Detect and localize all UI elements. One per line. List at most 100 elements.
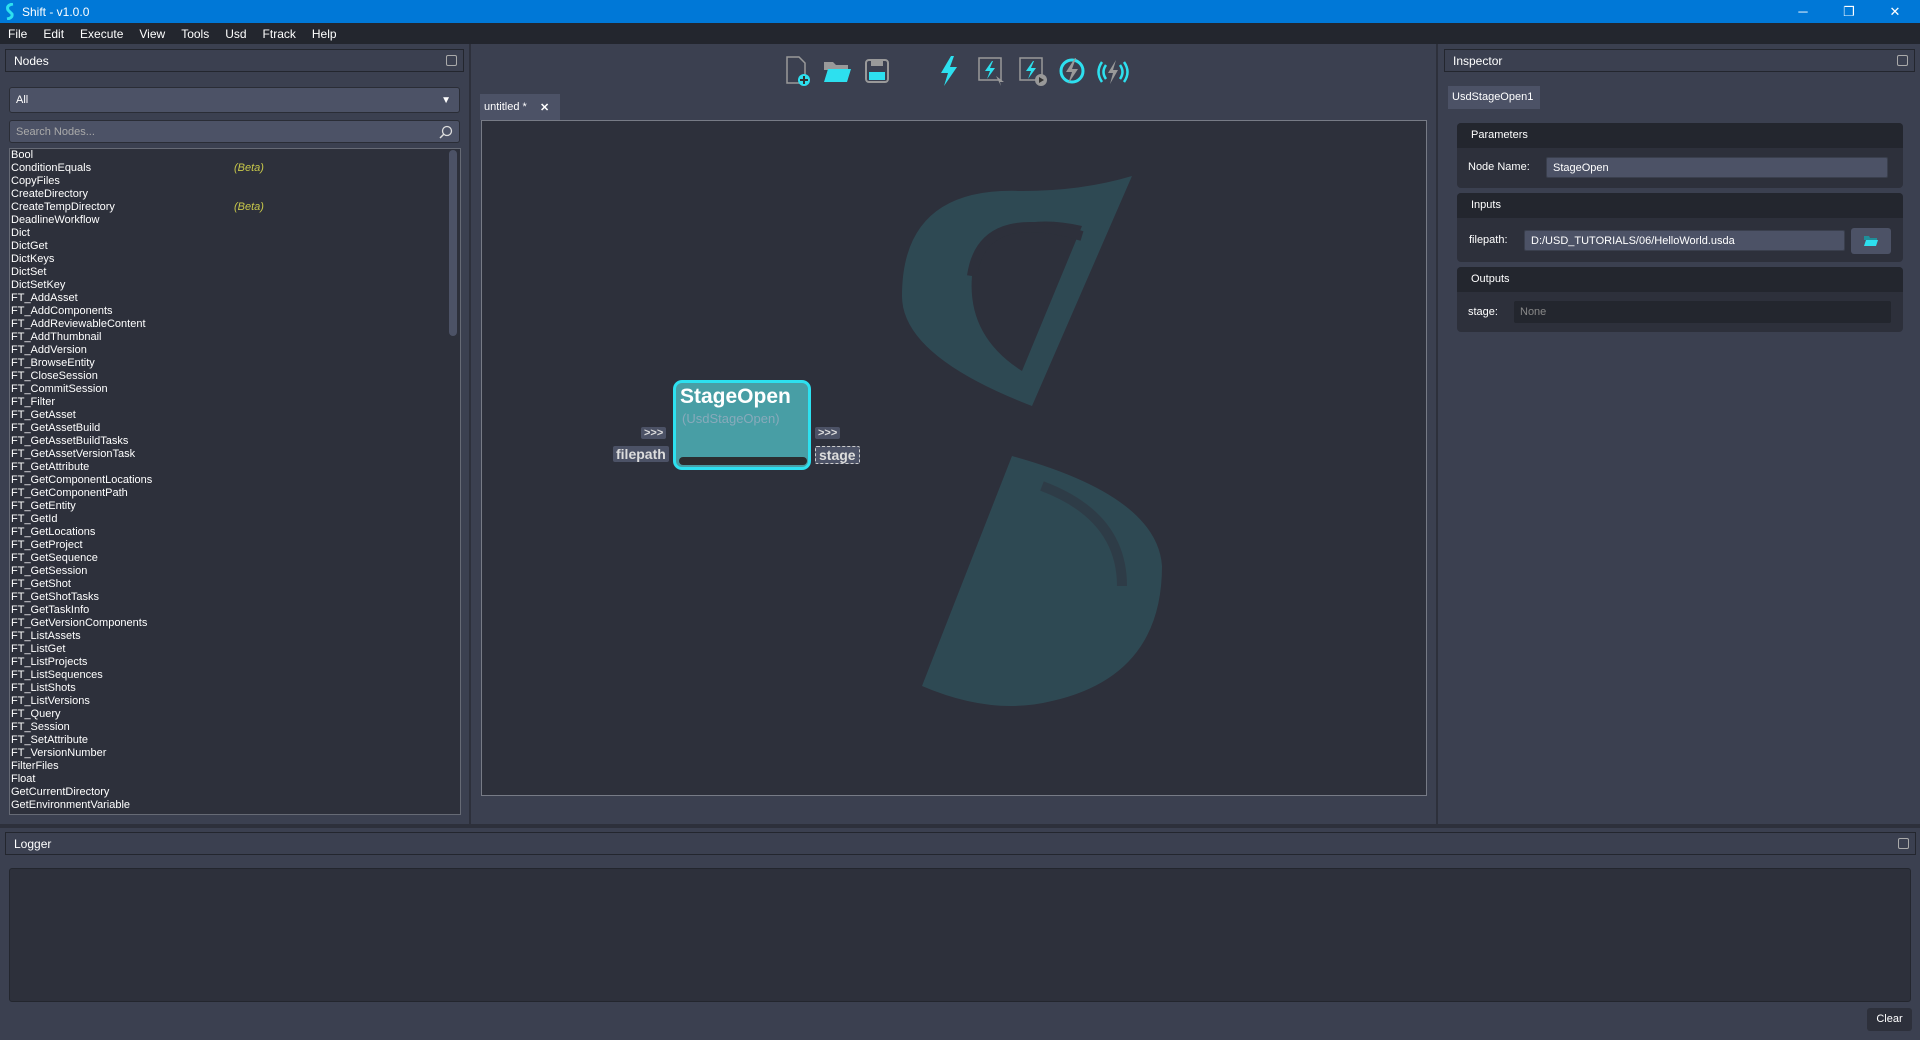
node-list-item[interactable]: FT_Session	[10, 721, 460, 734]
node-list-item[interactable]: FT_ListAssets	[10, 630, 460, 643]
node-list-item[interactable]: FT_GetId	[10, 513, 460, 526]
node-list-item[interactable]: FT_VersionNumber	[10, 747, 460, 760]
node-list-item[interactable]: FT_GetEntity	[10, 500, 460, 513]
node-list-item[interactable]: ConditionEquals(Beta)	[10, 162, 460, 175]
node-list-item[interactable]: FT_CloseSession	[10, 370, 460, 383]
node-list-item[interactable]: FT_GetAssetVersionTask	[10, 448, 460, 461]
menu-edit[interactable]: Edit	[43, 27, 64, 41]
node-list-item[interactable]: FT_CommitSession	[10, 383, 460, 396]
restore-button[interactable]: ❐	[1826, 0, 1872, 23]
menu-bar: File Edit Execute View Tools Usd Ftrack …	[0, 23, 1920, 44]
float-panel-button[interactable]	[1897, 55, 1908, 66]
clear-log-button[interactable]: Clear	[1867, 1008, 1912, 1031]
node-stageopen[interactable]: StageOpen (UsdStageOpen)	[673, 380, 811, 470]
menu-view[interactable]: View	[139, 27, 165, 41]
node-list-item[interactable]: FT_GetAssetBuildTasks	[10, 435, 460, 448]
execute-loop-icon[interactable]	[1057, 56, 1087, 86]
node-list-item[interactable]: FT_GetShotTasks	[10, 591, 460, 604]
node-list-item[interactable]: FT_AddThumbnail	[10, 331, 460, 344]
node-list-item[interactable]: DictGet	[10, 240, 460, 253]
node-list-item[interactable]: FT_AddReviewableContent	[10, 318, 460, 331]
node-list-item-name: FT_ListVersions	[11, 695, 90, 707]
float-panel-button[interactable]	[1898, 838, 1909, 849]
execute-remote-icon[interactable]	[1095, 58, 1131, 86]
input-port-filepath[interactable]: filepath	[613, 446, 669, 462]
node-filter-dropdown[interactable]: All ▼	[9, 87, 460, 113]
node-list-item[interactable]: FT_GetLocations	[10, 526, 460, 539]
node-list-item[interactable]: FT_SetAttribute	[10, 734, 460, 747]
app-logo-icon	[5, 3, 15, 20]
execute-selected-icon[interactable]	[977, 56, 1007, 88]
node-list-item[interactable]: FT_GetComponentPath	[10, 487, 460, 500]
node-list-item[interactable]: FT_GetSession	[10, 565, 460, 578]
node-list-item[interactable]: FT_GetTaskInfo	[10, 604, 460, 617]
inspector-title: Inspector	[1453, 54, 1502, 68]
search-nodes-input[interactable]: Search Nodes...	[9, 120, 460, 143]
node-list-item[interactable]: FilterFiles	[10, 760, 460, 773]
node-list-item[interactable]: FT_AddVersion	[10, 344, 460, 357]
node-list-item[interactable]: DictKeys	[10, 253, 460, 266]
node-list-item[interactable]: GetEnvironmentVariable	[10, 799, 460, 812]
node-list-item[interactable]: FT_Query	[10, 708, 460, 721]
node-list-item[interactable]: DeadlineWorkflow	[10, 214, 460, 227]
menu-file[interactable]: File	[8, 27, 27, 41]
menu-usd[interactable]: Usd	[225, 27, 246, 41]
node-list-item[interactable]: FT_ListSequences	[10, 669, 460, 682]
node-list-item[interactable]: FT_AddAsset	[10, 292, 460, 305]
node-list-item[interactable]: FT_ListProjects	[10, 656, 460, 669]
node-list-item[interactable]: DictSet	[10, 266, 460, 279]
node-list-item[interactable]: FT_AddComponents	[10, 305, 460, 318]
node-list-scrollbar[interactable]	[449, 150, 457, 336]
minimize-button[interactable]: ─	[1780, 0, 1826, 23]
menu-ftrack[interactable]: Ftrack	[263, 27, 296, 41]
tab-untitled[interactable]: untitled * ✕	[480, 94, 560, 120]
output-port-arrow[interactable]: >>>	[815, 427, 840, 439]
menu-tools[interactable]: Tools	[181, 27, 209, 41]
close-tab-icon[interactable]: ✕	[540, 101, 549, 114]
splitter[interactable]	[469, 44, 471, 824]
node-list-item[interactable]: FT_GetSequence	[10, 552, 460, 565]
log-output[interactable]	[9, 868, 1911, 1002]
node-list-item[interactable]: Bool	[10, 149, 460, 162]
execute-icon[interactable]	[937, 55, 961, 87]
node-list-item[interactable]: Dict	[10, 227, 460, 240]
browse-file-button[interactable]	[1851, 228, 1891, 254]
node-list-item[interactable]: FT_GetVersionComponents	[10, 617, 460, 630]
node-list-item[interactable]: FT_Filter	[10, 396, 460, 409]
node-list-item[interactable]: FT_GetComponentLocations	[10, 474, 460, 487]
node-list-item[interactable]: FT_ListShots	[10, 682, 460, 695]
filepath-input[interactable]: D:/USD_TUTORIALS/06/HelloWorld.usda	[1524, 230, 1845, 251]
node-list-item[interactable]: FT_GetProject	[10, 539, 460, 552]
close-window-button[interactable]: ✕	[1872, 0, 1918, 23]
node-list-item[interactable]: FT_GetAttribute	[10, 461, 460, 474]
node-list-item-name: FT_AddThumbnail	[11, 331, 102, 343]
open-folder-icon[interactable]	[822, 58, 852, 84]
splitter[interactable]	[0, 824, 1920, 828]
node-list-item[interactable]: FT_ListGet	[10, 643, 460, 656]
node-list-item[interactable]: CreateDirectory	[10, 188, 460, 201]
node-list-item[interactable]: FT_GetAsset	[10, 409, 460, 422]
node-name-input[interactable]: StageOpen	[1546, 157, 1888, 178]
output-port-stage[interactable]: stage	[815, 446, 860, 464]
node-list-item[interactable]: FT_ListVersions	[10, 695, 460, 708]
node-list-item[interactable]: GetCurrentDirectory	[10, 786, 460, 799]
float-panel-button[interactable]	[446, 55, 457, 66]
node-list-item[interactable]: FT_GetAssetBuild	[10, 422, 460, 435]
node-graph-canvas[interactable]: StageOpen (UsdStageOpen) >>> filepath >>…	[481, 120, 1427, 796]
node-list-item-name: Float	[11, 773, 35, 785]
node-list-item[interactable]: CreateTempDirectory(Beta)	[10, 201, 460, 214]
node-list-item-name: FT_GetAssetBuild	[11, 422, 100, 434]
new-file-icon[interactable]	[784, 55, 812, 87]
menu-execute[interactable]: Execute	[80, 27, 123, 41]
node-list-item[interactable]: DictSetKey	[10, 279, 460, 292]
save-icon[interactable]	[864, 58, 890, 84]
input-port-arrow[interactable]: >>>	[641, 427, 666, 439]
node-list-item[interactable]: Float	[10, 773, 460, 786]
node-list-item-name: CreateDirectory	[11, 188, 88, 200]
node-list-item[interactable]: FT_BrowseEntity	[10, 357, 460, 370]
node-list-item[interactable]: CopyFiles	[10, 175, 460, 188]
menu-help[interactable]: Help	[312, 27, 337, 41]
node-list-item[interactable]: FT_GetShot	[10, 578, 460, 591]
execute-from-selected-icon[interactable]	[1018, 56, 1048, 88]
splitter[interactable]	[1436, 44, 1438, 824]
